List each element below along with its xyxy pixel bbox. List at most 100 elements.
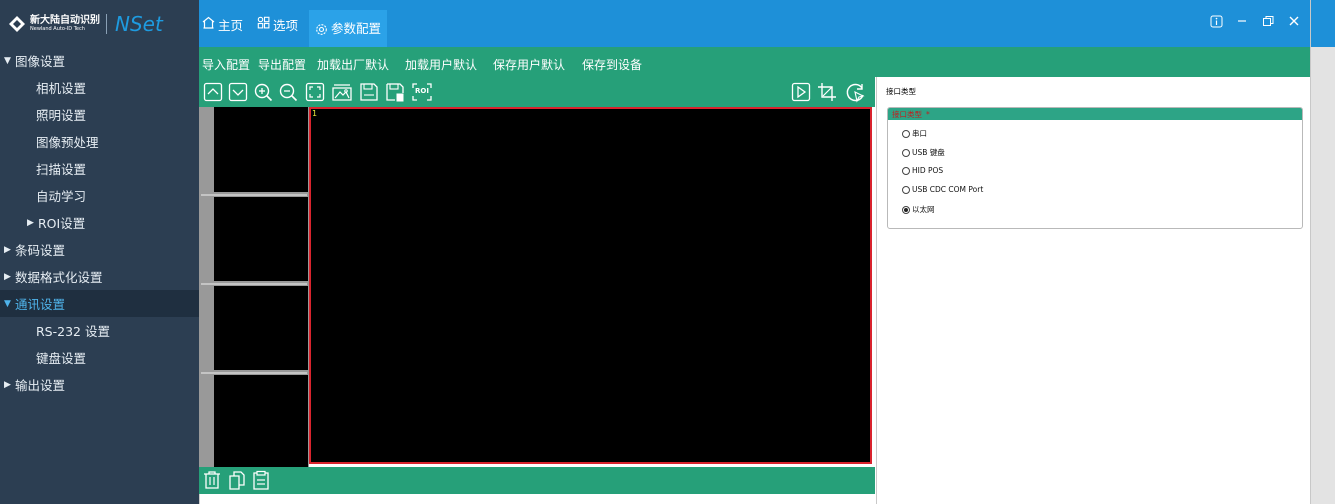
refresh-icon <box>846 83 865 103</box>
sidebar-item[interactable]: ▼ 图像设置 <box>0 47 199 74</box>
delete-button[interactable] <box>202 470 222 490</box>
image-icon <box>332 84 352 101</box>
trash-icon <box>204 471 220 489</box>
sidebar-item-label: 输出设置 <box>15 378 66 393</box>
sidebar-item[interactable]: 照明设置 <box>0 101 199 128</box>
tab-params[interactable]: 参数配置 <box>309 10 388 47</box>
frame-number: 1 <box>312 109 318 118</box>
close-button[interactable] <box>1286 13 1302 29</box>
thumbnail-strip[interactable] <box>199 107 309 467</box>
interface-option[interactable]: HID POS <box>902 166 943 175</box>
logo-area: 新大陆自动识别 Newland Auto-ID Tech NSet <box>0 0 199 47</box>
minimize-button[interactable] <box>1234 13 1250 29</box>
save-to-device-button[interactable]: 保存到设备 <box>582 56 642 73</box>
tab-home-label: 主页 <box>218 18 244 33</box>
copy-button[interactable] <box>227 470 247 490</box>
sidebar-item-label: 键盘设置 <box>36 351 87 366</box>
radio-unchecked-icon[interactable] <box>902 129 910 138</box>
sidebar-item-label: 相机设置 <box>36 81 87 96</box>
zoom-in-icon <box>254 83 273 102</box>
load-factory-default-button[interactable]: 加载出厂默认 <box>317 56 389 73</box>
export-config-button[interactable]: 导出配置 <box>258 56 306 73</box>
radio-unchecked-icon[interactable] <box>902 166 910 175</box>
roi-button[interactable]: ROI <box>411 82 432 102</box>
caret-right-icon: ▶ <box>27 217 34 228</box>
minimize-icon <box>1238 20 1246 22</box>
thumbnail[interactable] <box>214 286 308 370</box>
zoom-out-button[interactable] <box>278 82 298 102</box>
sidebar-item[interactable]: ▶ 输出设置 <box>0 371 199 398</box>
sidebar-item-label: RS-232 设置 <box>36 324 110 339</box>
play-button[interactable] <box>791 82 811 102</box>
config-panel-title: 接口类型 <box>886 87 916 96</box>
sidebar-item[interactable]: ▶ 数据格式化设置 <box>0 263 199 290</box>
thumbnail[interactable] <box>214 107 308 192</box>
paste-button[interactable] <box>251 470 271 490</box>
interface-option[interactable]: 以太网 <box>902 204 935 215</box>
image-toolbar: ROI <box>199 77 875 107</box>
sidebar-item[interactable]: ▶ ROI设置 <box>0 209 199 236</box>
sidebar-item[interactable]: RS-232 设置 <box>0 317 199 344</box>
import-config-button[interactable]: 导入配置 <box>202 56 250 73</box>
prev-button[interactable] <box>203 82 223 102</box>
interface-option[interactable]: 串口 <box>902 128 927 139</box>
load-user-default-button[interactable]: 加载用户默认 <box>405 56 477 73</box>
thumbnail-divider <box>201 372 307 374</box>
interface-option[interactable]: USB CDC COM Port <box>902 185 983 194</box>
sidebar-item-label: 图像预处理 <box>36 135 99 150</box>
tab-params-label: 参数配置 <box>331 20 382 36</box>
save-icon <box>360 83 378 101</box>
interface-option-label: 串口 <box>912 129 927 138</box>
interface-type-group: 接口类型 * 串口 USB 键盘 HID POS USB CDC COM Port 以太… <box>887 107 1303 229</box>
sidebar-item[interactable]: 图像预处理 <box>0 128 199 155</box>
sidebar-item[interactable]: 自动学习 <box>0 182 199 209</box>
interface-option[interactable]: USB 键盘 <box>902 147 945 158</box>
radio-dot <box>904 207 908 212</box>
radio-checked-icon[interactable] <box>902 205 910 214</box>
brand-en: Newland Auto-ID Tech <box>30 25 85 32</box>
next-button[interactable] <box>228 82 248 102</box>
save-as-button[interactable] <box>385 82 405 102</box>
zoom-in-button[interactable] <box>253 82 273 102</box>
main-image-view[interactable]: 1 <box>309 107 872 464</box>
config-menubar: 导入配置 导出配置 加载出厂默认 加载用户默认 保存用户默认 保存到设备 <box>199 47 1310 77</box>
caret-right-icon: ▶ <box>4 379 11 390</box>
config-panel: 接口类型 接口类型 * 串口 USB 键盘 HID POS USB CDC COM P… <box>876 77 1310 504</box>
options-icon <box>257 16 270 29</box>
sidebar-item[interactable]: ▶ 条码设置 <box>0 236 199 263</box>
save-user-default-button[interactable]: 保存用户默认 <box>493 56 565 73</box>
gear-icon <box>316 23 327 35</box>
sidebar-item-label: 图像设置 <box>15 54 66 69</box>
sidebar-item[interactable]: 键盘设置 <box>0 344 199 371</box>
sidebar-item[interactable]: 相机设置 <box>0 74 199 101</box>
sidebar-item-label: 条码设置 <box>15 243 66 258</box>
crop-icon <box>818 83 836 101</box>
brand-cn: 新大陆自动识别 <box>30 14 100 26</box>
crop-button[interactable] <box>817 82 837 102</box>
image-button[interactable] <box>331 82 352 102</box>
image-list-toolbar <box>199 467 875 494</box>
restore-button[interactable] <box>1260 13 1276 29</box>
sidebar-item[interactable]: ▼ 通讯设置 <box>0 290 199 317</box>
required-mark: * <box>926 109 930 119</box>
fit-screen-button[interactable] <box>305 82 325 102</box>
window-controls <box>1208 13 1302 29</box>
save-button[interactable] <box>359 82 379 102</box>
tab-options-label: 选项 <box>273 18 299 33</box>
caret-right-icon: ▶ <box>4 244 11 255</box>
sidebar-item-label: 照明设置 <box>36 108 87 123</box>
sidebar-item[interactable]: 扫描设置 <box>0 155 199 182</box>
thumbnail-divider <box>201 283 307 285</box>
sidebar: 新大陆自动识别 Newland Auto-ID Tech NSet ▼ 图像设置相… <box>0 0 199 504</box>
refresh-button[interactable] <box>845 82 865 103</box>
info-button[interactable] <box>1208 13 1224 29</box>
image-list-panel <box>199 494 876 504</box>
thumbnail[interactable] <box>214 197 308 281</box>
tab-options[interactable]: 选项 <box>257 15 298 47</box>
tab-home[interactable]: 主页 <box>202 15 243 47</box>
radio-unchecked-icon[interactable] <box>902 185 910 194</box>
info-icon <box>1210 15 1222 27</box>
thumbnail[interactable] <box>214 375 308 467</box>
image-viewer-area: 1 <box>199 107 875 467</box>
radio-unchecked-icon[interactable] <box>902 148 910 157</box>
